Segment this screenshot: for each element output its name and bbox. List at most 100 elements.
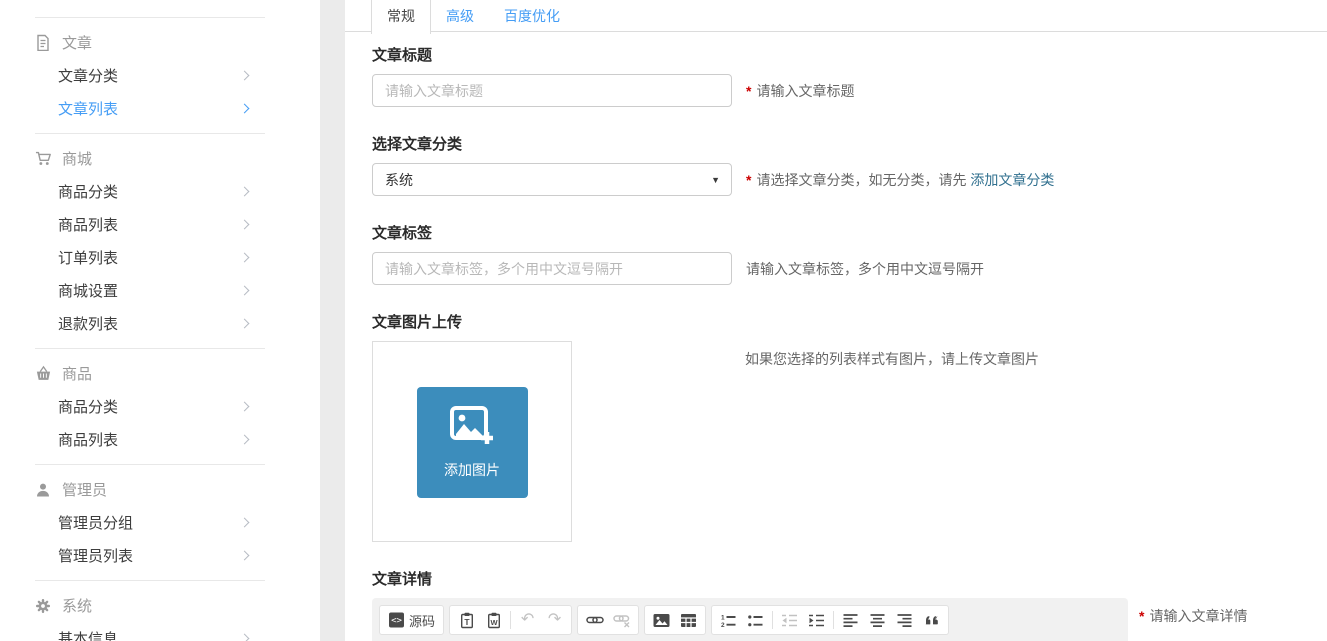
blockquote-button[interactable] bbox=[918, 608, 945, 632]
paste-text-button[interactable]: T bbox=[453, 608, 480, 632]
chevron-right-icon bbox=[240, 518, 250, 528]
toolbar-separator bbox=[833, 611, 834, 629]
tab-常规[interactable]: 常规 bbox=[371, 0, 431, 34]
sidebar-item-订单列表[interactable]: 订单列表 bbox=[0, 241, 320, 274]
sidebar-item-商品分类[interactable]: 商品分类 bbox=[0, 175, 320, 208]
sidebar-item-商品分类[interactable]: 商品分类 bbox=[0, 390, 320, 423]
add-image-button[interactable]: 添加图片 bbox=[417, 387, 528, 498]
article-image-hint: 如果您选择的列表样式有图片，请上传文章图片 bbox=[745, 349, 1039, 369]
align-right-icon bbox=[896, 613, 913, 628]
tab-高级[interactable]: 高级 bbox=[431, 0, 489, 32]
sidebar-section-label: 商城 bbox=[62, 148, 92, 169]
add-image-icon bbox=[449, 405, 495, 452]
sidebar-item-基本信息[interactable]: 基本信息 bbox=[0, 622, 320, 641]
sidebar-divider bbox=[35, 348, 265, 349]
article-tags-input[interactable] bbox=[372, 252, 732, 285]
align-left-icon bbox=[842, 613, 859, 628]
source-button[interactable]: <> 源码 bbox=[383, 608, 440, 632]
sidebar-divider bbox=[35, 580, 265, 581]
align-left-button[interactable] bbox=[837, 608, 864, 632]
article-image-label: 文章图片上传 bbox=[372, 311, 1327, 332]
required-asterisk: * bbox=[1139, 608, 1144, 624]
svg-text:<>: <> bbox=[391, 616, 402, 626]
article-detail-group: 文章详情 <>源码TW↶↷12 格式▾样式▾大小▾A▾A▾BIUSTx *请输入… bbox=[372, 568, 1327, 641]
sidebar-item-管理员分组[interactable]: 管理员分组 bbox=[0, 506, 320, 539]
sidebar-section-文章[interactable]: 文章 bbox=[0, 26, 320, 59]
required-asterisk: * bbox=[746, 83, 751, 99]
article-title-group: 文章标题 *请输入文章标题 bbox=[372, 44, 1327, 107]
sidebar-item-退款列表[interactable]: 退款列表 bbox=[0, 307, 320, 340]
category-select[interactable]: 系统 ▼ bbox=[372, 163, 732, 196]
add-category-link[interactable]: 添加文章分类 bbox=[970, 172, 1054, 188]
article-tags-group: 文章标签 请输入文章标签，多个用中文逗号隔开 bbox=[372, 222, 1327, 285]
add-image-button-label: 添加图片 bbox=[444, 460, 500, 480]
toolbar-group: T W ↶↷ bbox=[449, 605, 572, 635]
sidebar-item-文章分类[interactable]: 文章分类 bbox=[0, 59, 320, 92]
source-button-label: 源码 bbox=[409, 611, 435, 630]
chevron-right-icon bbox=[240, 220, 250, 230]
system-icon bbox=[35, 597, 52, 614]
source-icon: <> bbox=[388, 612, 405, 628]
toolbar-group bbox=[644, 605, 706, 635]
sidebar-section-label: 商品 bbox=[62, 363, 92, 384]
redo-button: ↷ bbox=[541, 608, 568, 632]
sidebar-item-label: 文章分类 bbox=[58, 65, 118, 86]
article-title-label: 文章标题 bbox=[372, 44, 1327, 65]
sidebar-item-文章列表[interactable]: 文章列表 bbox=[0, 92, 320, 125]
link-button[interactable] bbox=[581, 608, 608, 632]
unlink-button bbox=[608, 608, 635, 632]
chevron-right-icon bbox=[240, 187, 250, 197]
paste-from-word-button[interactable]: W bbox=[480, 608, 507, 632]
svg-text:2: 2 bbox=[721, 622, 725, 628]
sidebar-section-label: 文章 bbox=[62, 32, 92, 53]
sidebar-item-商城设置[interactable]: 商城设置 bbox=[0, 274, 320, 307]
toolbar-separator bbox=[510, 611, 511, 629]
sidebar-item-管理员列表[interactable]: 管理员列表 bbox=[0, 539, 320, 572]
increase-indent-button[interactable] bbox=[803, 608, 830, 632]
article-detail-label: 文章详情 bbox=[372, 568, 1327, 589]
sidebar-item-label: 退款列表 bbox=[58, 313, 118, 334]
sidebar-section-label: 管理员 bbox=[62, 479, 107, 500]
svg-text:W: W bbox=[490, 618, 498, 627]
align-right-button[interactable] bbox=[891, 608, 918, 632]
sidebar-section-商品[interactable]: 商品 bbox=[0, 357, 320, 390]
article-category-hint: *请选择文章分类，如无分类，请先 添加文章分类 bbox=[746, 170, 1054, 190]
bulleted-list-button[interactable] bbox=[742, 608, 769, 632]
category-select-value: 系统 bbox=[385, 170, 413, 190]
chevron-right-icon bbox=[240, 286, 250, 296]
editor-toolbar-row1: <> 源码 T W ↶↷ 12 bbox=[376, 601, 1124, 638]
undo-button: ↶ bbox=[514, 608, 541, 632]
tab-百度优化[interactable]: 百度优化 bbox=[489, 0, 575, 32]
image-icon bbox=[653, 613, 670, 628]
toolbar-group bbox=[577, 605, 639, 635]
sidebar-item-label: 商品分类 bbox=[58, 181, 118, 202]
sidebar-section-系统[interactable]: 系统 bbox=[0, 589, 320, 622]
article-detail-hint: *请输入文章详情 bbox=[1139, 606, 1247, 626]
article-title-input[interactable] bbox=[372, 74, 732, 107]
svg-text:T: T bbox=[464, 617, 470, 627]
paste-text-icon: T bbox=[459, 612, 475, 629]
chevron-right-icon bbox=[240, 551, 250, 561]
article-category-label: 选择文章分类 bbox=[372, 133, 1327, 154]
image-upload-box[interactable]: 添加图片 bbox=[372, 341, 572, 542]
goods-icon bbox=[35, 365, 52, 382]
sidebar-item-商品列表[interactable]: 商品列表 bbox=[0, 208, 320, 241]
insert-table-button[interactable] bbox=[675, 608, 702, 632]
admin-icon bbox=[35, 481, 52, 498]
sidebar-item-label: 商品列表 bbox=[58, 214, 118, 235]
align-center-button[interactable] bbox=[864, 608, 891, 632]
sidebar-section-管理员[interactable]: 管理员 bbox=[0, 473, 320, 506]
sidebar-section-label: 系统 bbox=[62, 595, 92, 616]
toolbar-group: 12 bbox=[711, 605, 949, 635]
article-category-group: 选择文章分类 系统 ▼ *请选择文章分类，如无分类，请先 添加文章分类 bbox=[372, 133, 1327, 196]
paste-word-icon: W bbox=[486, 612, 502, 629]
sidebar-section-商城[interactable]: 商城 bbox=[0, 142, 320, 175]
mall-icon bbox=[35, 150, 52, 167]
sidebar-item-商品列表[interactable]: 商品列表 bbox=[0, 423, 320, 456]
numbered-list-button[interactable]: 12 bbox=[715, 608, 742, 632]
insert-image-button[interactable] bbox=[648, 608, 675, 632]
sidebar-item-label: 商城设置 bbox=[58, 280, 118, 301]
indent-icon bbox=[808, 613, 825, 628]
chevron-right-icon bbox=[240, 253, 250, 263]
bulleted-list-icon bbox=[747, 613, 764, 628]
